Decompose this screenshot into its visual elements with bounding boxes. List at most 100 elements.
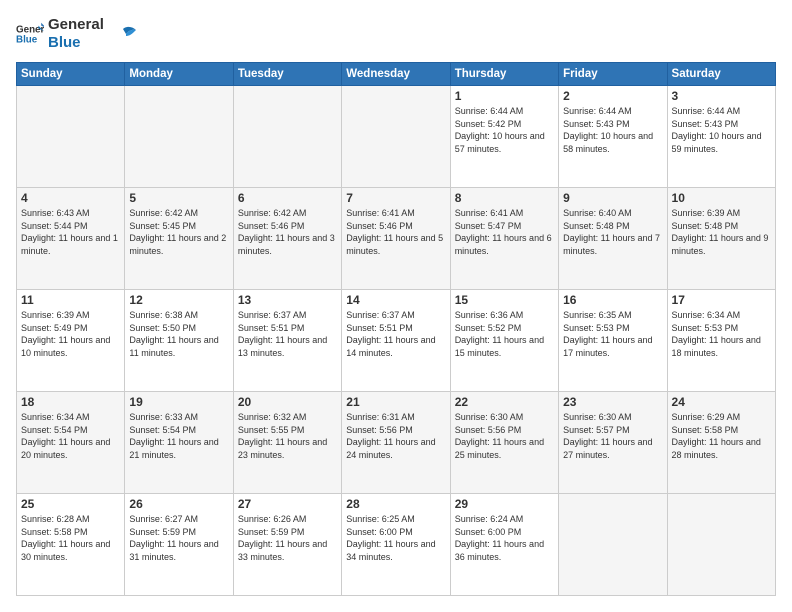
day-number: 12 xyxy=(129,293,228,307)
day-info: Sunrise: 6:34 AM Sunset: 5:54 PM Dayligh… xyxy=(21,411,120,461)
calendar-week-row: 4 Sunrise: 6:43 AM Sunset: 5:44 PM Daylig… xyxy=(17,188,776,290)
day-info: Sunrise: 6:38 AM Sunset: 5:50 PM Dayligh… xyxy=(129,309,228,359)
calendar-cell: 19 Sunrise: 6:33 AM Sunset: 5:54 PM Dayli… xyxy=(125,392,233,494)
day-info: Sunrise: 6:28 AM Sunset: 5:58 PM Dayligh… xyxy=(21,513,120,563)
day-number: 6 xyxy=(238,191,337,205)
calendar-week-row: 18 Sunrise: 6:34 AM Sunset: 5:54 PM Dayli… xyxy=(17,392,776,494)
day-number: 19 xyxy=(129,395,228,409)
calendar-cell: 3 Sunrise: 6:44 AM Sunset: 5:43 PM Daylig… xyxy=(667,86,775,188)
calendar-cell: 17Sunrise: 6:34 AM Sunset: 5:53 PM Dayli… xyxy=(667,290,775,392)
calendar-cell: 15Sunrise: 6:36 AM Sunset: 5:52 PM Dayli… xyxy=(450,290,558,392)
day-number: 1 xyxy=(455,89,554,103)
calendar-cell: 14Sunrise: 6:37 AM Sunset: 5:51 PM Dayli… xyxy=(342,290,450,392)
calendar-cell: 4 Sunrise: 6:43 AM Sunset: 5:44 PM Daylig… xyxy=(17,188,125,290)
calendar-header-saturday: Saturday xyxy=(667,63,775,86)
day-info: Sunrise: 6:36 AM Sunset: 5:52 PM Dayligh… xyxy=(455,309,554,359)
day-info: Sunrise: 6:44 AM Sunset: 5:42 PM Dayligh… xyxy=(455,105,554,155)
day-number: 7 xyxy=(346,191,445,205)
calendar-header-row: SundayMondayTuesdayWednesdayThursdayFrid… xyxy=(17,63,776,86)
day-info: Sunrise: 6:31 AM Sunset: 5:56 PM Dayligh… xyxy=(346,411,445,461)
day-info: Sunrise: 6:35 AM Sunset: 5:53 PM Dayligh… xyxy=(563,309,662,359)
day-number: 20 xyxy=(238,395,337,409)
day-info: Sunrise: 6:37 AM Sunset: 5:51 PM Dayligh… xyxy=(238,309,337,359)
calendar-cell: 23Sunrise: 6:30 AM Sunset: 5:57 PM Dayli… xyxy=(559,392,667,494)
calendar-header-friday: Friday xyxy=(559,63,667,86)
day-number: 5 xyxy=(129,191,228,205)
day-info: Sunrise: 6:44 AM Sunset: 5:43 PM Dayligh… xyxy=(672,105,771,155)
day-number: 2 xyxy=(563,89,662,103)
calendar-cell: 12 Sunrise: 6:38 AM Sunset: 5:50 PM Dayli… xyxy=(125,290,233,392)
day-number: 4 xyxy=(21,191,120,205)
day-info: Sunrise: 6:39 AM Sunset: 5:48 PM Dayligh… xyxy=(672,207,771,257)
calendar-cell: 28 Sunrise: 6:25 AM Sunset: 6:00 PM Dayli… xyxy=(342,494,450,596)
calendar-table: SundayMondayTuesdayWednesdayThursdayFrid… xyxy=(16,62,776,596)
day-info: Sunrise: 6:37 AM Sunset: 5:51 PM Dayligh… xyxy=(346,309,445,359)
calendar-cell: 7Sunrise: 6:41 AM Sunset: 5:46 PM Daylig… xyxy=(342,188,450,290)
day-info: Sunrise: 6:25 AM Sunset: 6:00 PM Dayligh… xyxy=(346,513,445,563)
calendar-cell: 8 Sunrise: 6:41 AM Sunset: 5:47 PM Daylig… xyxy=(450,188,558,290)
day-info: Sunrise: 6:24 AM Sunset: 6:00 PM Dayligh… xyxy=(455,513,554,563)
day-number: 17 xyxy=(672,293,771,307)
calendar-cell: 13 Sunrise: 6:37 AM Sunset: 5:51 PM Dayli… xyxy=(233,290,341,392)
day-info: Sunrise: 6:42 AM Sunset: 5:45 PM Dayligh… xyxy=(129,207,228,257)
calendar-cell: 18 Sunrise: 6:34 AM Sunset: 5:54 PM Dayli… xyxy=(17,392,125,494)
calendar-cell: 1 Sunrise: 6:44 AM Sunset: 5:42 PM Daylig… xyxy=(450,86,558,188)
day-number: 27 xyxy=(238,497,337,511)
calendar-cell xyxy=(125,86,233,188)
calendar-cell: 6 Sunrise: 6:42 AM Sunset: 5:46 PM Daylig… xyxy=(233,188,341,290)
logo: General Blue General Blue xyxy=(16,16,138,52)
header: General Blue General Blue xyxy=(16,16,776,52)
calendar-cell: 25 Sunrise: 6:28 AM Sunset: 5:58 PM Dayli… xyxy=(17,494,125,596)
day-info: Sunrise: 6:30 AM Sunset: 5:56 PM Dayligh… xyxy=(455,411,554,461)
calendar-cell: 11 Sunrise: 6:39 AM Sunset: 5:49 PM Dayli… xyxy=(17,290,125,392)
logo-bird-icon xyxy=(108,24,138,44)
calendar-header-sunday: Sunday xyxy=(17,63,125,86)
calendar-cell: 20Sunrise: 6:32 AM Sunset: 5:55 PM Dayli… xyxy=(233,392,341,494)
calendar-cell: 2Sunrise: 6:44 AM Sunset: 5:43 PM Daylig… xyxy=(559,86,667,188)
day-number: 22 xyxy=(455,395,554,409)
calendar-cell: 29Sunrise: 6:24 AM Sunset: 6:00 PM Dayli… xyxy=(450,494,558,596)
day-number: 28 xyxy=(346,497,445,511)
calendar-header-monday: Monday xyxy=(125,63,233,86)
day-number: 8 xyxy=(455,191,554,205)
day-number: 24 xyxy=(672,395,771,409)
day-number: 18 xyxy=(21,395,120,409)
calendar-cell xyxy=(17,86,125,188)
calendar-cell xyxy=(667,494,775,596)
calendar-week-row: 1 Sunrise: 6:44 AM Sunset: 5:42 PM Daylig… xyxy=(17,86,776,188)
calendar-header-tuesday: Tuesday xyxy=(233,63,341,86)
logo-blue: Blue xyxy=(48,34,104,52)
day-info: Sunrise: 6:27 AM Sunset: 5:59 PM Dayligh… xyxy=(129,513,228,563)
day-number: 23 xyxy=(563,395,662,409)
day-info: Sunrise: 6:39 AM Sunset: 5:49 PM Dayligh… xyxy=(21,309,120,359)
calendar-cell: 16 Sunrise: 6:35 AM Sunset: 5:53 PM Dayli… xyxy=(559,290,667,392)
day-number: 3 xyxy=(672,89,771,103)
calendar-cell: 27 Sunrise: 6:26 AM Sunset: 5:59 PM Dayli… xyxy=(233,494,341,596)
day-info: Sunrise: 6:41 AM Sunset: 5:47 PM Dayligh… xyxy=(455,207,554,257)
calendar-cell: 5 Sunrise: 6:42 AM Sunset: 5:45 PM Daylig… xyxy=(125,188,233,290)
calendar-header-wednesday: Wednesday xyxy=(342,63,450,86)
calendar-cell: 24 Sunrise: 6:29 AM Sunset: 5:58 PM Dayli… xyxy=(667,392,775,494)
day-number: 13 xyxy=(238,293,337,307)
day-number: 11 xyxy=(21,293,120,307)
day-info: Sunrise: 6:43 AM Sunset: 5:44 PM Dayligh… xyxy=(21,207,120,257)
logo-general: General xyxy=(48,16,104,34)
calendar-cell: 9 Sunrise: 6:40 AM Sunset: 5:48 PM Daylig… xyxy=(559,188,667,290)
calendar-cell xyxy=(342,86,450,188)
logo-icon: General Blue xyxy=(16,20,44,48)
calendar-cell: 22 Sunrise: 6:30 AM Sunset: 5:56 PM Dayli… xyxy=(450,392,558,494)
day-info: Sunrise: 6:42 AM Sunset: 5:46 PM Dayligh… xyxy=(238,207,337,257)
day-info: Sunrise: 6:29 AM Sunset: 5:58 PM Dayligh… xyxy=(672,411,771,461)
calendar-cell: 10Sunrise: 6:39 AM Sunset: 5:48 PM Dayli… xyxy=(667,188,775,290)
day-info: Sunrise: 6:26 AM Sunset: 5:59 PM Dayligh… xyxy=(238,513,337,563)
calendar-cell xyxy=(559,494,667,596)
day-number: 16 xyxy=(563,293,662,307)
calendar-cell xyxy=(233,86,341,188)
day-info: Sunrise: 6:40 AM Sunset: 5:48 PM Dayligh… xyxy=(563,207,662,257)
day-number: 9 xyxy=(563,191,662,205)
calendar-cell: 21 Sunrise: 6:31 AM Sunset: 5:56 PM Dayli… xyxy=(342,392,450,494)
day-info: Sunrise: 6:33 AM Sunset: 5:54 PM Dayligh… xyxy=(129,411,228,461)
day-number: 25 xyxy=(21,497,120,511)
day-number: 21 xyxy=(346,395,445,409)
day-number: 26 xyxy=(129,497,228,511)
